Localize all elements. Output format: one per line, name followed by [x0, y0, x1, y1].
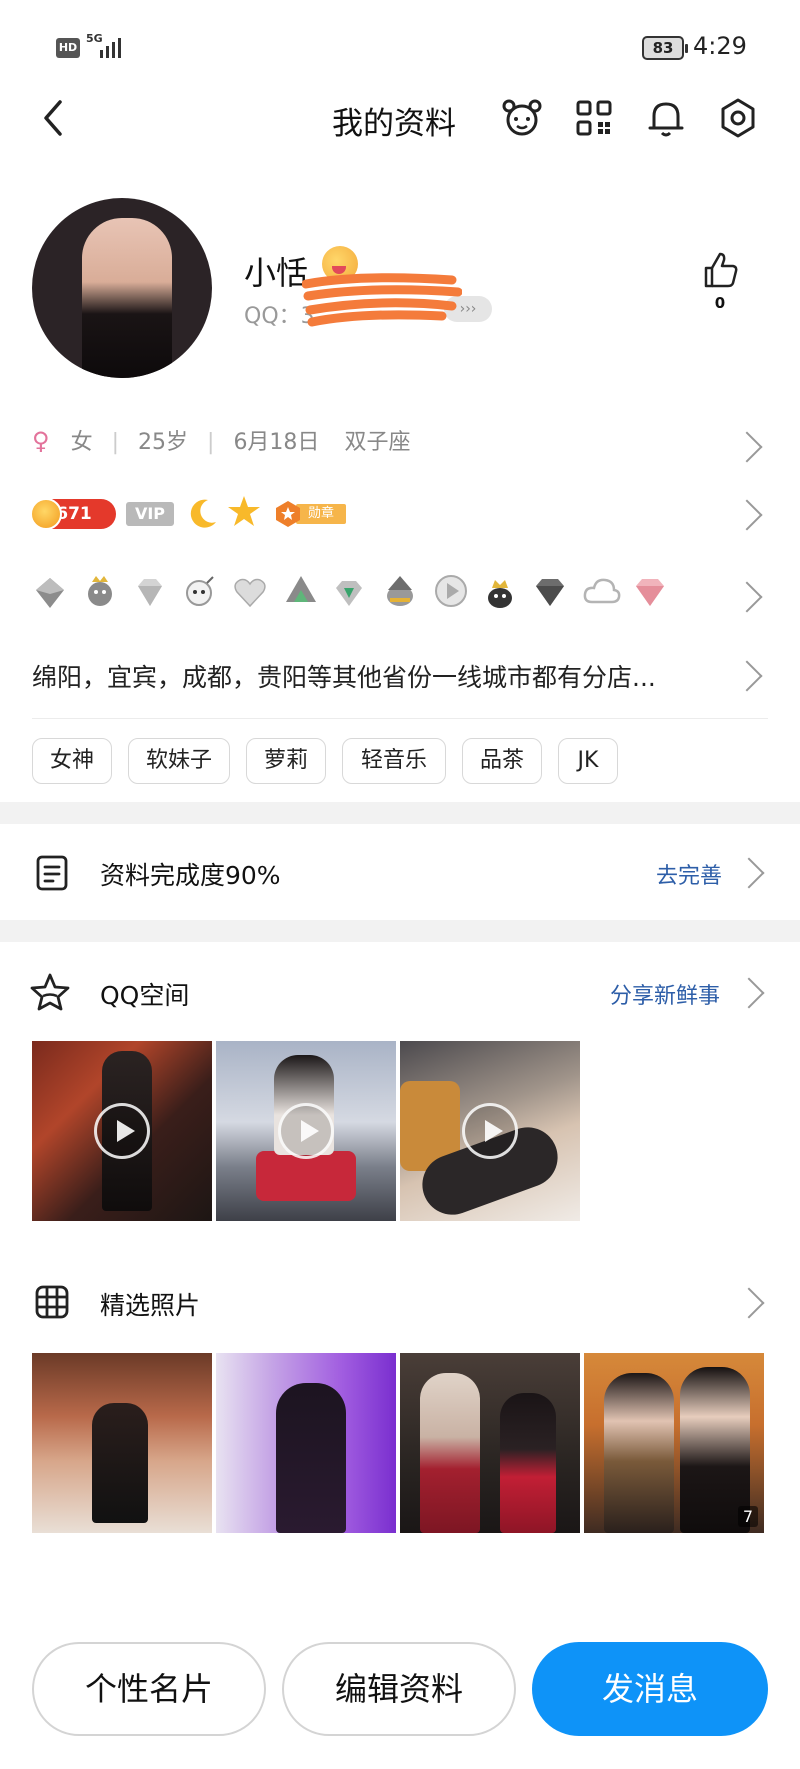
hd-indicator: HD — [56, 38, 80, 58]
play-icon — [278, 1103, 334, 1159]
star-outline-icon — [30, 973, 70, 1011]
back-icon[interactable] — [34, 98, 74, 138]
green-gem-icon — [336, 581, 362, 606]
age: 25岁 — [138, 430, 189, 455]
qzone-label: QQ空间 — [100, 981, 190, 1010]
featured-photo[interactable] — [400, 1353, 580, 1533]
medal-icon — [276, 501, 300, 527]
section-gap — [0, 920, 800, 942]
featured-photo[interactable] — [216, 1353, 396, 1533]
like-count: 0 — [714, 294, 726, 312]
clock: 4:29 — [693, 32, 747, 60]
sun-icon — [30, 498, 62, 530]
chevron-right-icon — [733, 857, 765, 889]
diamond-icon — [138, 579, 162, 606]
signal-icon — [100, 34, 126, 58]
heart-icon — [234, 578, 266, 608]
pink-diamond-icon — [636, 579, 664, 606]
birthday: 6月18日 — [233, 430, 320, 455]
featured-photos-header[interactable]: 精选照片 — [0, 1270, 800, 1334]
like-icon[interactable] — [700, 250, 740, 290]
vip-badge[interactable]: VIP — [126, 502, 174, 526]
featured-photo[interactable] — [32, 1353, 212, 1533]
mountain-badge-icon — [286, 576, 316, 602]
penguin-king-icon — [488, 580, 512, 608]
moon-icon — [186, 496, 220, 530]
qzone-video-thumb[interactable] — [400, 1041, 580, 1221]
complete-profile-link[interactable]: 去完善 — [656, 858, 722, 890]
bomb-face-icon — [186, 576, 214, 606]
zodiac: 双子座 — [344, 430, 411, 455]
location-text[interactable]: 绵阳，宜宾，成都，贵阳等其他省份一线城市都有分店... — [32, 658, 732, 694]
photo-count-badge: 7 — [737, 1506, 758, 1527]
featured-photo[interactable]: 7 — [584, 1353, 764, 1533]
tag-chip[interactable]: 轻音乐 — [342, 738, 446, 784]
medal-label: 勋章 — [296, 504, 346, 524]
share-news-link[interactable]: 分享新鲜事 — [610, 978, 720, 1010]
tag-chip[interactable]: 品茶 — [462, 738, 542, 784]
qzone-video-thumb[interactable] — [216, 1041, 396, 1221]
profile-name: 小恬 — [244, 254, 309, 292]
basic-info-row[interactable]: ♀ 女 | 25岁 | 6月18日 双子座 — [32, 424, 768, 458]
divider — [32, 718, 768, 719]
penguin-hat-icon — [387, 576, 413, 606]
star-icon — [226, 494, 262, 530]
qr-code-icon[interactable] — [572, 96, 616, 140]
edit-profile-button[interactable]: 编辑资料 — [282, 1642, 516, 1736]
dark-diamond-icon — [536, 579, 564, 606]
qzone-video-thumb[interactable] — [32, 1041, 212, 1221]
chevron-right-icon — [733, 1287, 765, 1319]
battery-icon: 83 — [642, 36, 688, 60]
tag-chip[interactable]: 软妹子 — [128, 738, 230, 784]
play-icon — [94, 1103, 150, 1159]
medal-badge[interactable]: 勋章 — [274, 500, 346, 527]
chevron-right-icon — [733, 977, 765, 1009]
avatar[interactable] — [32, 198, 212, 378]
female-icon: ♀ — [32, 427, 50, 455]
document-icon — [36, 855, 68, 891]
completion-label: 资料完成度90% — [100, 861, 281, 890]
tag-chip[interactable]: 女神 — [32, 738, 112, 784]
redaction-scribble — [302, 273, 462, 327]
section-gap — [0, 802, 800, 824]
settings-icon[interactable] — [716, 96, 760, 140]
chevron-right-icon — [731, 499, 763, 531]
play-icon — [462, 1103, 518, 1159]
featured-photos-label: 精选照片 — [100, 1291, 201, 1320]
play-badge-icon — [435, 575, 467, 607]
tag-chip[interactable]: JK — [558, 738, 618, 784]
gender: 女 — [70, 430, 93, 455]
penguin-crown-icon — [88, 576, 112, 606]
profile-completion-row[interactable]: 资料完成度90% 去完善 — [0, 824, 800, 920]
pet-icon[interactable] — [500, 96, 544, 140]
send-message-button[interactable]: 发消息 — [532, 1642, 768, 1736]
status-bar: HD 5G 83 4:29 — [0, 0, 800, 80]
level-badge[interactable]: 671 — [30, 498, 116, 530]
tag-chip[interactable]: 萝莉 — [246, 738, 326, 784]
personal-card-button[interactable]: 个性名片 — [32, 1642, 266, 1736]
gem-badge-icon — [36, 578, 64, 608]
bell-icon[interactable] — [644, 96, 688, 140]
qzone-header[interactable]: QQ空间 分享新鲜事 — [0, 956, 800, 1026]
page-title: 我的资料 — [332, 106, 456, 142]
badge-icons-row[interactable] — [32, 572, 672, 612]
cloud-icon — [583, 578, 621, 604]
chevron-right-icon — [731, 660, 763, 692]
grid-icon — [35, 1285, 69, 1319]
chevron-right-icon — [731, 581, 763, 613]
